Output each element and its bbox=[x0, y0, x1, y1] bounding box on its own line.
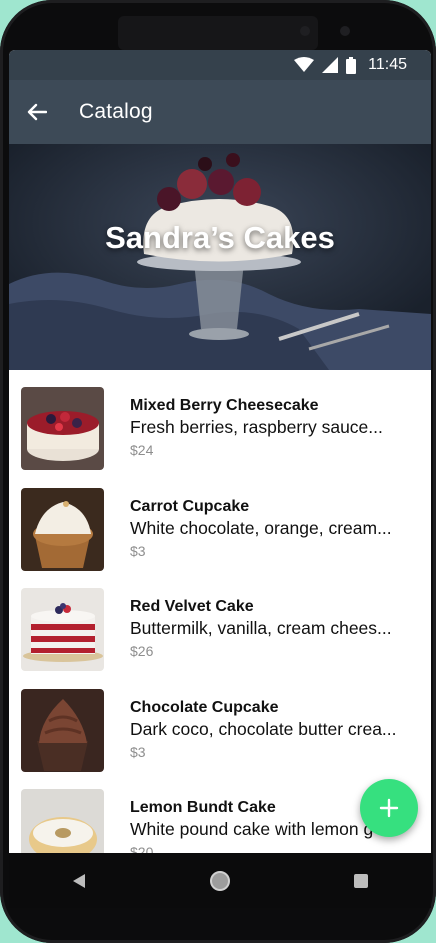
item-thumbnail bbox=[21, 588, 104, 671]
item-description: Buttermilk, vanilla, cream chees... bbox=[130, 618, 392, 638]
item-description: White chocolate, orange, cream... bbox=[130, 517, 392, 538]
status-time: 11:45 bbox=[368, 56, 407, 73]
list-item[interactable]: Carrot Cupcake White chocolate, orange, … bbox=[9, 471, 431, 572]
hero-banner: Sandra’s Cakes bbox=[9, 144, 431, 370]
battery-icon bbox=[346, 56, 357, 74]
item-price: $24 bbox=[130, 442, 154, 458]
system-nav-bar bbox=[9, 853, 431, 908]
item-price: $3 bbox=[130, 542, 146, 559]
item-description: Fresh berries, raspberry sauce... bbox=[130, 417, 383, 437]
item-name: Chocolate Cupcake bbox=[130, 698, 279, 716]
earpiece-speaker bbox=[118, 16, 318, 50]
nav-back-button[interactable] bbox=[49, 861, 109, 901]
status-bar: 11:45 bbox=[9, 50, 431, 80]
item-description: Dark coco, chocolate butter crea... bbox=[130, 718, 397, 739]
item-price: $26 bbox=[130, 643, 154, 659]
arrow-left-icon bbox=[27, 103, 47, 121]
phone-frame: 11:45 Catalog Sandra’s Cakes Mixed Berry… bbox=[0, 0, 436, 943]
nav-home-button[interactable] bbox=[190, 861, 250, 901]
hero-title: Sandra’s Cakes bbox=[105, 220, 335, 255]
home-circle-icon bbox=[209, 870, 230, 891]
add-item-button[interactable] bbox=[360, 779, 418, 837]
list-item[interactable]: Chocolate Cupcake Dark coco, chocolate b… bbox=[9, 672, 431, 773]
red-velvet-cake-image bbox=[21, 588, 104, 671]
cheesecake-image bbox=[21, 387, 104, 470]
proximity-sensor-icon bbox=[340, 26, 350, 36]
item-thumbnail bbox=[21, 387, 104, 470]
list-item[interactable]: Red Velvet Cake Buttermilk, vanilla, cre… bbox=[9, 571, 431, 672]
screen: 11:45 Catalog Sandra’s Cakes Mixed Berry… bbox=[9, 50, 431, 853]
item-thumbnail bbox=[21, 789, 104, 853]
signal-icon bbox=[322, 57, 339, 73]
lemon-bundt-cake-image bbox=[21, 789, 104, 853]
nav-recents-button[interactable] bbox=[331, 861, 391, 901]
recents-square-icon bbox=[353, 873, 368, 888]
wifi-icon bbox=[294, 57, 315, 72]
item-name: Mixed Berry Cheesecake bbox=[130, 397, 319, 414]
item-name: Carrot Cupcake bbox=[130, 497, 250, 515]
item-name: Red Velvet Cake bbox=[130, 598, 254, 615]
page-title: Catalog bbox=[79, 100, 153, 123]
chocolate-cupcake-image bbox=[21, 688, 104, 772]
item-price: $20 bbox=[130, 844, 154, 853]
plus-icon bbox=[379, 798, 399, 818]
front-camera-icon bbox=[300, 26, 310, 36]
item-price: $3 bbox=[130, 743, 146, 760]
hero-cake-image bbox=[9, 144, 431, 370]
list-item[interactable]: Mixed Berry Cheesecake Fresh berries, ra… bbox=[9, 370, 431, 471]
back-button[interactable] bbox=[9, 80, 65, 144]
app-bar: Catalog bbox=[9, 80, 431, 144]
catalog-list: Mixed Berry Cheesecake Fresh berries, ra… bbox=[9, 370, 431, 853]
item-thumbnail bbox=[21, 688, 104, 772]
item-thumbnail bbox=[21, 487, 104, 571]
back-triangle-icon bbox=[73, 873, 86, 888]
carrot-cupcake-image bbox=[21, 487, 104, 571]
